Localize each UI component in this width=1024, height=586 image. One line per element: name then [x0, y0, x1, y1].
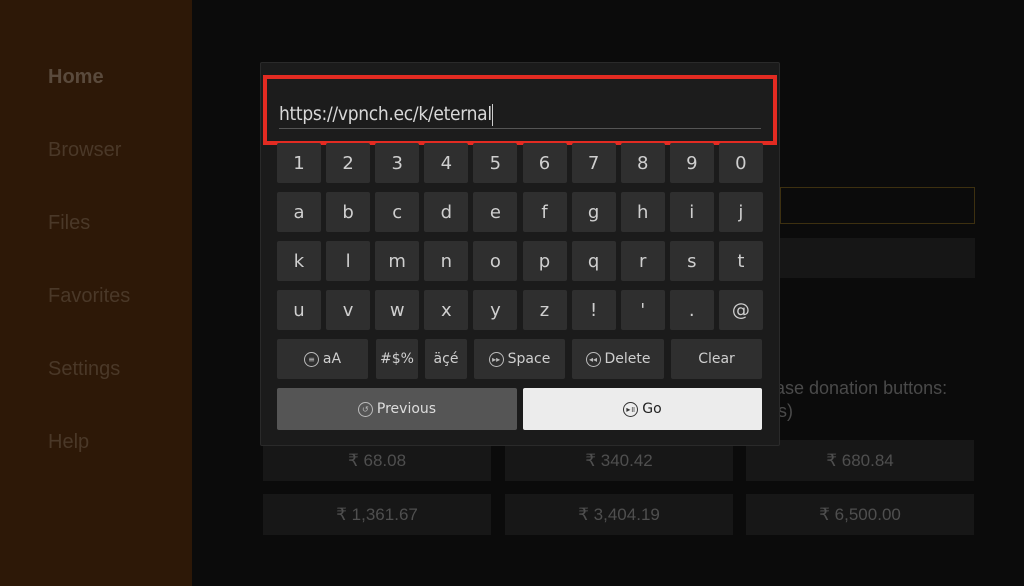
space-label: Space — [507, 351, 551, 367]
text-caret — [491, 103, 493, 126]
key-e[interactable]: e — [473, 192, 518, 232]
key-k[interactable]: k — [277, 241, 321, 281]
key-u[interactable]: u — [277, 290, 321, 330]
sidebar-item-settings[interactable]: Settings — [48, 358, 120, 381]
donation-text-2: s) — [778, 401, 793, 421]
key-v[interactable]: v — [326, 290, 371, 330]
donation-text: ase donation buttons: — [775, 378, 948, 398]
sidebar-item-help[interactable]: Help — [48, 431, 89, 454]
key-y[interactable]: y — [473, 290, 518, 330]
background-button — [780, 238, 975, 278]
donation-button[interactable]: ₹ 68.08 — [263, 440, 491, 481]
menu-icon: ≡ — [303, 351, 319, 367]
sidebar-item-files[interactable]: Files — [48, 212, 90, 235]
key-'[interactable]: ' — [620, 290, 665, 330]
fast-forward-icon: ▸▸ — [488, 351, 504, 367]
sidebar-item-home[interactable]: Home — [48, 66, 104, 89]
previous-label: Previous — [376, 401, 437, 417]
back-icon: ↺ — [357, 401, 373, 417]
key-6[interactable]: 6 — [522, 143, 567, 183]
case-label: aA — [322, 351, 342, 367]
key-t[interactable]: t — [718, 241, 763, 281]
key-![interactable]: ! — [571, 290, 616, 330]
key-b[interactable]: b — [326, 192, 371, 232]
symbols-key[interactable]: #$% — [376, 339, 418, 379]
key-q[interactable]: q — [571, 241, 616, 281]
key-8[interactable]: 8 — [620, 143, 665, 183]
key-m[interactable]: m — [375, 241, 420, 281]
clear-key[interactable]: Clear — [671, 339, 762, 379]
key-w[interactable]: w — [375, 290, 420, 330]
url-value: https://vpnch.ec/k/eternal — [279, 103, 492, 125]
donation-button[interactable]: ₹ 3,404.19 — [505, 494, 733, 535]
key-5[interactable]: 5 — [473, 143, 518, 183]
key-h[interactable]: h — [620, 192, 665, 232]
donation-button[interactable]: ₹ 340.42 — [505, 440, 733, 481]
donation-button[interactable]: ₹ 1,361.67 — [263, 494, 491, 535]
delete-label: Delete — [604, 351, 651, 367]
rewind-icon: ◂◂ — [585, 351, 601, 367]
previous-button[interactable]: ↺ Previous — [277, 388, 517, 430]
background-input-field — [780, 187, 975, 224]
delete-key[interactable]: ◂◂ Delete — [572, 339, 664, 379]
key-z[interactable]: z — [522, 290, 567, 330]
key-7[interactable]: 7 — [571, 143, 616, 183]
key-9[interactable]: 9 — [669, 143, 714, 183]
key-.[interactable]: . — [669, 290, 714, 330]
sidebar: Home Browser Files Favorites Settings He… — [0, 0, 192, 586]
key-d[interactable]: d — [424, 192, 469, 232]
key-@[interactable]: @ — [718, 290, 763, 330]
key-j[interactable]: j — [718, 192, 763, 232]
donation-button[interactable]: ₹ 680.84 — [746, 440, 974, 481]
case-toggle-key[interactable]: ≡ aA — [277, 339, 368, 379]
go-label: Go — [642, 401, 662, 417]
sidebar-item-browser[interactable]: Browser — [48, 139, 121, 162]
go-button[interactable]: ▸॥ Go — [523, 388, 762, 430]
url-input[interactable]: https://vpnch.ec/k/eternal — [263, 75, 777, 145]
key-a[interactable]: a — [277, 192, 321, 232]
accents-key[interactable]: äçé — [425, 339, 467, 379]
key-l[interactable]: l — [326, 241, 371, 281]
key-s[interactable]: s — [669, 241, 714, 281]
key-4[interactable]: 4 — [424, 143, 469, 183]
key-c[interactable]: c — [375, 192, 420, 232]
sidebar-item-favorites[interactable]: Favorites — [48, 285, 130, 308]
key-3[interactable]: 3 — [375, 143, 420, 183]
key-0[interactable]: 0 — [718, 143, 763, 183]
space-key[interactable]: ▸▸ Space — [474, 339, 565, 379]
key-n[interactable]: n — [424, 241, 469, 281]
key-1[interactable]: 1 — [277, 143, 321, 183]
donation-button[interactable]: ₹ 6,500.00 — [746, 494, 974, 535]
key-f[interactable]: f — [522, 192, 567, 232]
key-x[interactable]: x — [424, 290, 469, 330]
key-g[interactable]: g — [571, 192, 616, 232]
input-underline — [279, 128, 761, 129]
key-i[interactable]: i — [669, 192, 714, 232]
play-pause-icon: ▸॥ — [623, 401, 639, 417]
key-o[interactable]: o — [473, 241, 518, 281]
key-2[interactable]: 2 — [326, 143, 371, 183]
key-r[interactable]: r — [620, 241, 665, 281]
key-p[interactable]: p — [522, 241, 567, 281]
